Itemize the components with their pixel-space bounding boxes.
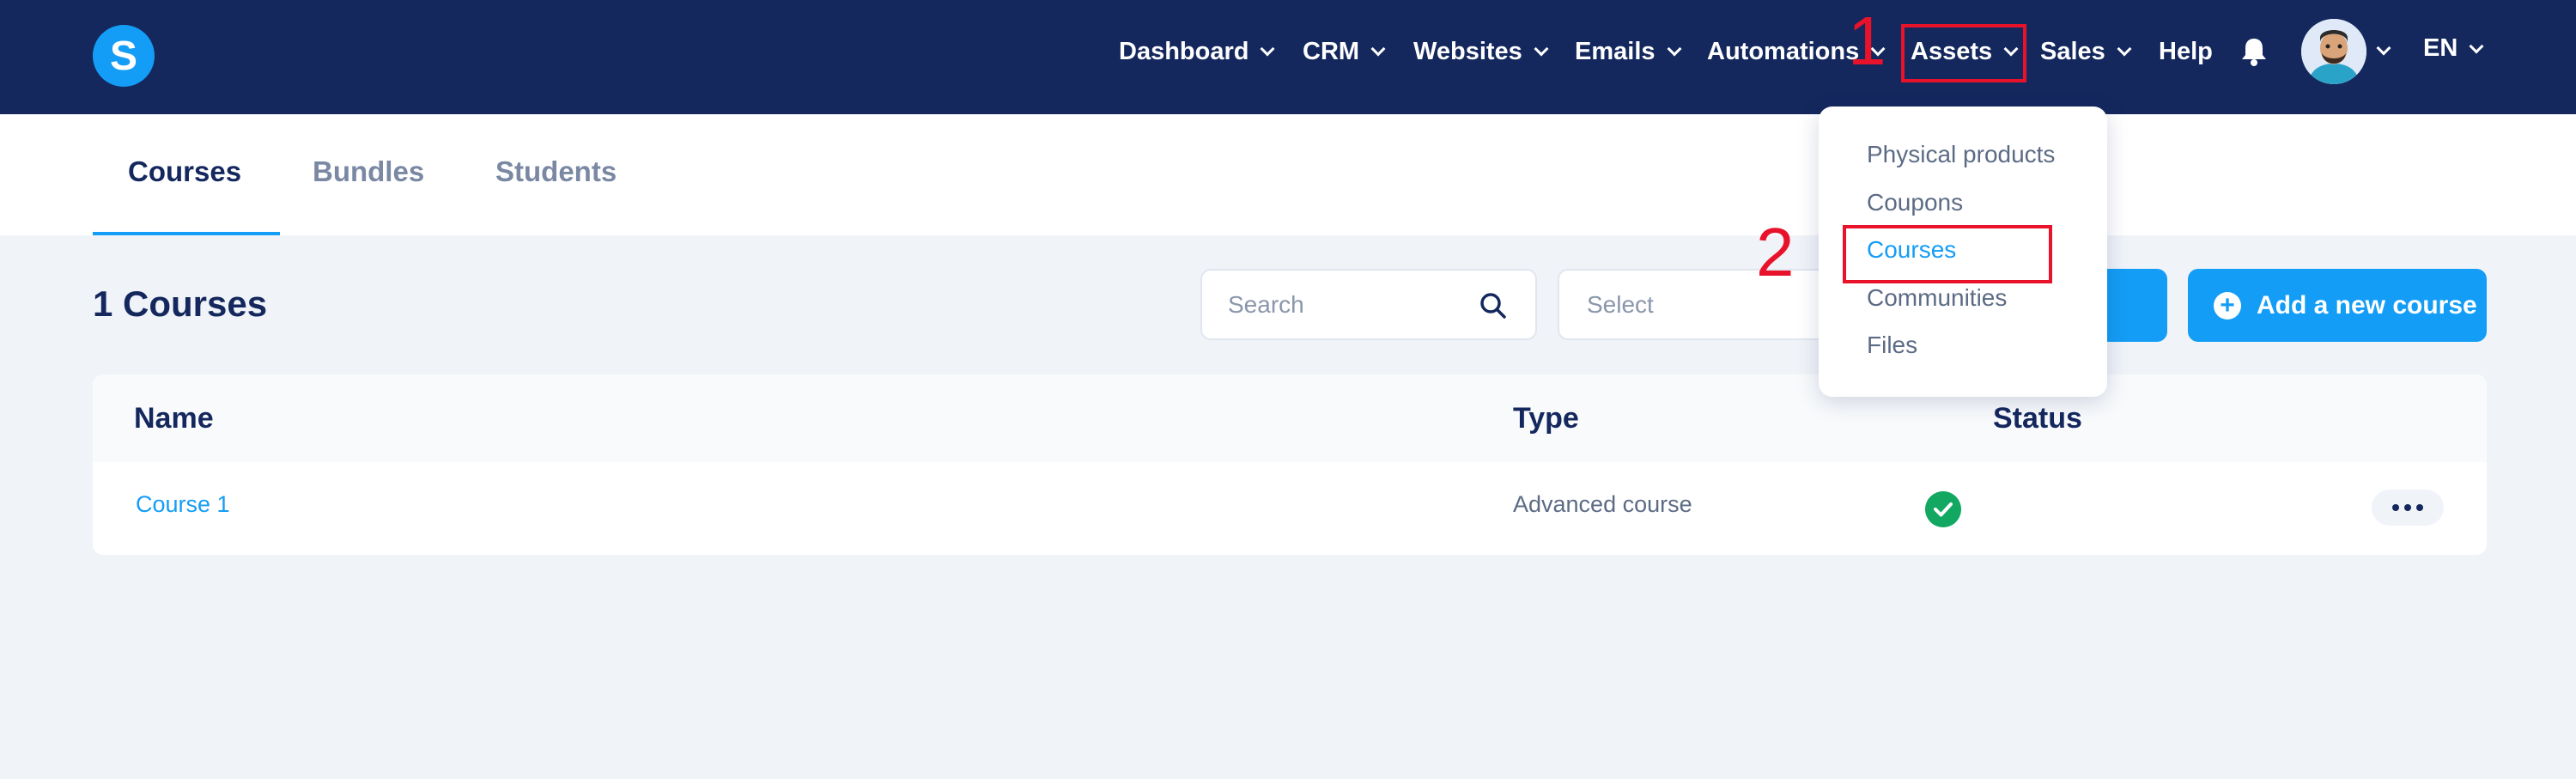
check-circle-icon — [1925, 491, 1961, 527]
chevron-down-icon — [1534, 41, 1549, 57]
add-course-label: Add a new course — [2257, 290, 2477, 320]
nav-item-websites[interactable]: Websites — [1413, 0, 1549, 103]
dot — [2404, 504, 2411, 511]
nav-label: CRM — [1303, 37, 1360, 65]
chevron-down-icon — [2117, 41, 2132, 57]
dot — [2392, 504, 2399, 511]
course-name-link[interactable]: Course 1 — [136, 491, 230, 518]
avatar-image — [2301, 19, 2366, 84]
nav-label: Dashboard — [1119, 37, 1249, 65]
nav-label: Automations — [1707, 37, 1860, 65]
top-navbar: S Dashboard CRM Websites Emails Automati… — [0, 0, 2576, 114]
active-tab-indicator — [93, 232, 280, 235]
courses-table: Name Type Status Course 1 Advanced cours… — [93, 374, 2487, 555]
tab-students[interactable]: Students — [495, 155, 617, 188]
language-selector[interactable]: EN — [2423, 34, 2484, 63]
more-icon[interactable] — [2372, 490, 2444, 526]
nav-item-crm[interactable]: CRM — [1303, 0, 1386, 103]
search-box — [1200, 269, 1537, 340]
nav-item-dashboard[interactable]: Dashboard — [1119, 0, 1275, 103]
annotation-step-2: 2 — [1756, 214, 1795, 290]
nav-label: Help — [2159, 37, 2213, 65]
nav-label: Sales — [2040, 37, 2105, 65]
avatar[interactable] — [2301, 19, 2366, 84]
nav-label: Websites — [1413, 37, 1522, 65]
page-title: 1 Courses — [93, 283, 268, 324]
tab-bundles[interactable]: Bundles — [313, 155, 424, 188]
course-type: Advanced course — [1513, 491, 1692, 517]
chevron-down-icon — [1260, 41, 1275, 57]
menu-item-physical-products[interactable]: Physical products — [1867, 141, 2055, 168]
table-header: Name Type Status — [93, 374, 2487, 462]
nav-item-help[interactable]: Help — [2159, 0, 2213, 103]
sub-navbar: Courses Bundles Students — [0, 114, 2576, 235]
annotation-box-courses — [1843, 225, 2052, 283]
plus-circle-icon: + — [2214, 291, 2241, 320]
annotation-box-assets — [1901, 24, 2026, 82]
annotation-step-1: 1 — [1848, 3, 1886, 79]
bell-icon[interactable] — [2239, 36, 2269, 67]
search-input[interactable] — [1228, 291, 1477, 319]
add-course-button[interactable]: + Add a new course — [2188, 269, 2487, 342]
logo-icon[interactable]: S — [93, 25, 155, 87]
chevron-down-icon[interactable] — [2376, 40, 2391, 56]
filter-select[interactable]: Select — [1558, 269, 1841, 340]
chevron-down-icon — [1370, 41, 1386, 57]
dot — [2416, 504, 2423, 511]
nav-item-emails[interactable]: Emails — [1575, 0, 1681, 103]
column-header-type: Type — [1513, 402, 1579, 435]
search-icon[interactable] — [1479, 291, 1508, 320]
language-label: EN — [2423, 34, 2458, 62]
column-header-name: Name — [134, 402, 214, 435]
chevron-down-icon — [2469, 39, 2484, 53]
tab-courses[interactable]: Courses — [128, 155, 241, 188]
menu-item-files[interactable]: Files — [1867, 332, 1917, 359]
menu-item-coupons[interactable]: Coupons — [1867, 189, 1963, 216]
menu-item-communities[interactable]: Communities — [1867, 284, 2007, 312]
chevron-down-icon — [1667, 41, 1681, 57]
nav-label: Emails — [1575, 37, 1656, 65]
nav-item-sales[interactable]: Sales — [2040, 0, 2132, 103]
select-placeholder: Select — [1587, 291, 1654, 318]
column-header-status: Status — [1993, 402, 2082, 435]
